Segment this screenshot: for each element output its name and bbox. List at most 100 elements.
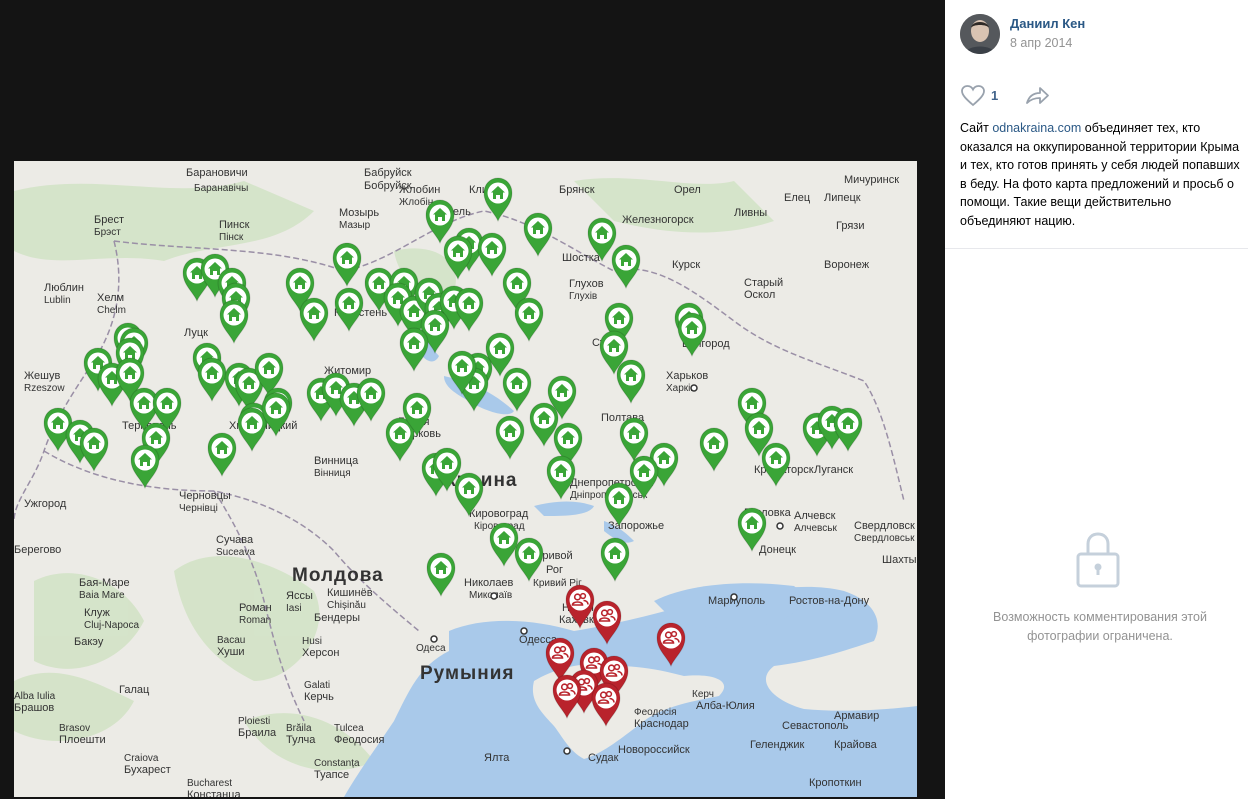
map-label: Керч: [692, 689, 714, 700]
map-label: Кишинёв: [327, 587, 373, 599]
map-label: Галац: [119, 684, 150, 696]
city-dot: [430, 635, 438, 643]
map-label: Мичуринск: [844, 174, 899, 186]
map-label: Жешув: [24, 370, 60, 382]
map-label: Бендеры: [314, 612, 360, 624]
map-label: Румыния: [420, 663, 515, 684]
map-label: Galati: [304, 680, 330, 691]
map-label: Луцк: [184, 327, 208, 339]
map-label: Феодосия: [334, 734, 385, 746]
map-label: Глухів: [569, 291, 597, 302]
map-label: Craiova: [124, 753, 159, 764]
map-label: Chelm: [97, 305, 126, 316]
map-label: Алчевск: [794, 510, 836, 522]
map-label: Елец: [784, 192, 811, 204]
map-label: Молдова: [292, 565, 384, 586]
city-dot: [490, 592, 498, 600]
post-date[interactable]: 8 апр 2014: [1010, 36, 1072, 50]
map-label: Брашов: [14, 702, 54, 714]
lock-icon: [1076, 532, 1120, 588]
map-label: Brăila: [286, 723, 312, 734]
map-label: Кировоград: [469, 508, 529, 520]
map-label: Клуж: [84, 607, 110, 619]
map-label: Bucharest: [187, 778, 232, 789]
map-label: Липецк: [824, 192, 861, 204]
map-label: Ужгород: [24, 498, 67, 510]
map-label: Крайова: [834, 739, 878, 751]
post-sidebar: Даниил Кен 8 апр 2014 1 Сайт odnakraina.…: [945, 0, 1248, 799]
map-label: Бухарест: [124, 764, 171, 776]
map-label: Iasi: [286, 603, 302, 614]
map-label: Глухов: [569, 278, 604, 290]
city-dot: [730, 593, 738, 601]
like-button[interactable]: 1: [960, 84, 1010, 108]
map-label: Харьков: [666, 370, 708, 382]
map-label: Рог: [546, 564, 563, 576]
map-label: Люблин: [44, 282, 84, 294]
map-label: Пінск: [219, 232, 244, 243]
description-prefix: Сайт: [960, 121, 993, 135]
map-label: Кропоткин: [809, 777, 862, 789]
ukraine-help-map-photo[interactable]: БабруйскБобруйскБарановичиБаранавічыКлин…: [14, 161, 917, 797]
map-label: Яссы: [286, 590, 313, 602]
map-label: Николаев: [464, 577, 514, 589]
map-label: Судак: [588, 752, 619, 764]
site-link[interactable]: odnakraina.com: [992, 121, 1081, 135]
map-label: Chișinău: [327, 600, 366, 611]
map-label: Черновцы: [179, 490, 231, 502]
city-dot: [520, 627, 528, 635]
photo-viewer: БабруйскБобруйскБарановичиБаранавічыКлин…: [0, 0, 945, 799]
map-label: Сучава: [216, 534, 254, 546]
description-text: объединяет тех, кто оказался на оккупиро…: [960, 121, 1240, 228]
map-label: Алчевськ: [794, 523, 837, 534]
post-description: Сайт odnakraina.com объединяет тех, кто …: [960, 119, 1240, 230]
map-label: Роман: [239, 602, 272, 614]
map-label: Baia Mare: [79, 590, 125, 601]
map-label: Новороссийск: [618, 744, 690, 756]
divider: [945, 248, 1248, 249]
author-name[interactable]: Даниил Кен: [1010, 16, 1085, 31]
share-icon: [1026, 87, 1049, 104]
map-label: Constanța: [314, 758, 360, 769]
map-label: Грязи: [836, 220, 864, 232]
map-label: Вінниця: [314, 468, 351, 479]
map-label: Херсон: [302, 647, 339, 659]
map-label: Туапсе: [314, 769, 349, 781]
map-label: Бая-Маре: [79, 577, 130, 589]
map-label: Брэст: [94, 227, 121, 238]
map-label: Винница: [314, 455, 359, 467]
map-label: Луганск: [814, 464, 853, 476]
map-label: Брянск: [559, 184, 595, 196]
map-label: Плоешти: [59, 734, 106, 746]
map-label: Бакэу: [74, 636, 104, 648]
map-label: Чернівці: [179, 503, 218, 514]
map-label: Феодосія: [634, 707, 677, 718]
map-label: Husi: [302, 636, 322, 647]
like-count: 1: [991, 88, 999, 103]
share-button[interactable]: [1024, 84, 1052, 108]
city-dot: [563, 747, 571, 755]
avatar[interactable]: [960, 14, 1000, 54]
city-dot: [690, 384, 698, 392]
map-label: Tulcea: [334, 723, 364, 734]
map-label: Железногорск: [622, 214, 694, 226]
map-label: Мозырь: [339, 207, 379, 219]
map-label: Баранавічы: [194, 183, 248, 194]
map-label: Rzeszow: [24, 383, 65, 394]
map-label: Констанца: [187, 789, 242, 797]
map-label: Ростов-на-Дону: [789, 595, 870, 607]
map-label: Оскол: [744, 289, 775, 301]
map-label: Шахты: [882, 554, 917, 566]
map-label: Alba Iulia: [14, 691, 56, 702]
map-label: Барановичи: [186, 167, 248, 179]
map-label: Пинск: [219, 219, 250, 231]
map-image: БабруйскБобруйскБарановичиБаранавічыКлин…: [14, 161, 917, 797]
map-label: Краснодар: [634, 718, 689, 730]
map-label: Бабруйск: [364, 167, 412, 179]
map-label: Свердловск: [854, 520, 915, 532]
heart-icon: [961, 85, 985, 107]
map-label: Армавир: [834, 710, 879, 722]
map-label: Донецк: [759, 544, 796, 556]
map-label: Cluj-Napoca: [84, 620, 139, 631]
map-label: Brasov: [59, 723, 90, 734]
